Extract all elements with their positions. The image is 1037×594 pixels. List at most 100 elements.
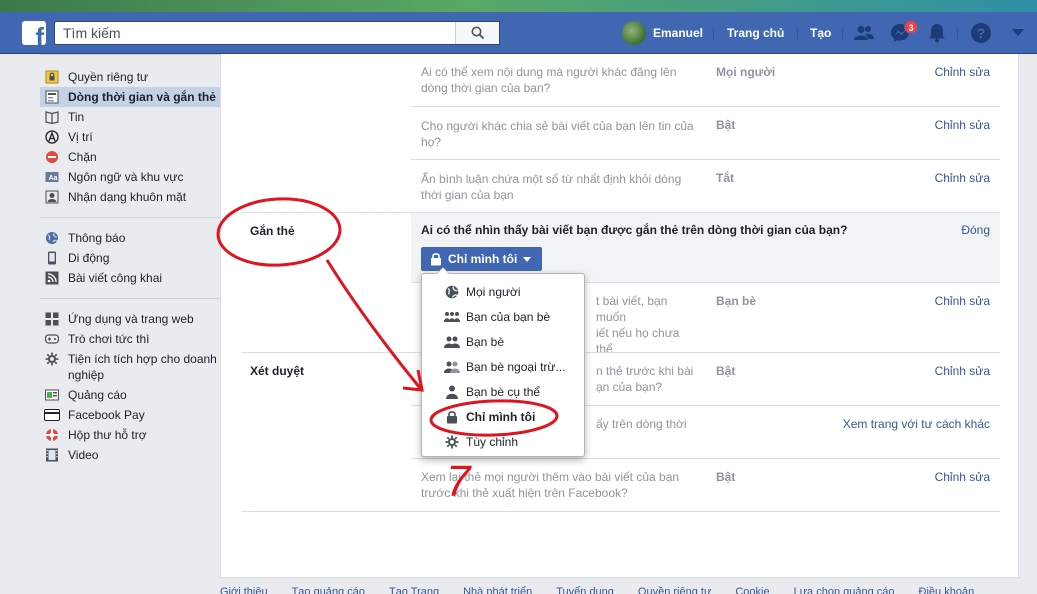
section-divider [241, 511, 1000, 512]
option-label: Tùy chỉnh [466, 434, 519, 449]
friend-requests-icon[interactable] [852, 21, 876, 45]
footer-link[interactable]: Quyền riêng tư [638, 586, 711, 594]
section-label-review: Xét duyệt [250, 364, 305, 378]
edit-link[interactable]: Chỉnh sửa [935, 118, 990, 132]
notifications-bell-icon[interactable] [925, 21, 949, 45]
sidebar-item-label: Thông báo [68, 231, 126, 245]
close-link[interactable]: Đóng [961, 223, 990, 237]
sidebar-item-ads[interactable]: Quảng cáo [40, 385, 220, 405]
checkmark-icon: ✔ [430, 410, 440, 422]
sidebar-item-label: Vị trí [68, 130, 93, 144]
footer-link[interactable]: Điều khoản [919, 586, 975, 594]
game-icon [44, 331, 60, 347]
sidebar-item-label: Bài viết công khai [68, 271, 163, 285]
browser-top-strip [0, 0, 1037, 12]
sidebar-item-label: Facebook Pay [68, 408, 145, 422]
gear-icon [444, 434, 460, 450]
create-link[interactable]: Tạo [810, 24, 831, 42]
globe-icon [444, 284, 460, 300]
edit-link[interactable]: Chỉnh sửa [935, 364, 990, 378]
audience-option-friends[interactable]: Bạn bè [422, 329, 584, 354]
facebook-logo-icon[interactable]: f [22, 21, 46, 45]
setting-value: Bật [716, 118, 736, 132]
footer-link[interactable]: Tạo Trang [389, 586, 439, 594]
audience-option-public[interactable]: Mọi người [422, 279, 584, 304]
sidebar-item-face-recognition[interactable]: Nhận dạng khuôn mặt [40, 187, 220, 207]
setting-value: Bạn bè [716, 294, 757, 308]
setting-value: Mọi người [716, 65, 776, 79]
sidebar-item-label: Dòng thời gian và gắn thẻ [68, 90, 216, 104]
edit-link[interactable]: Chỉnh sửa [935, 470, 990, 484]
setting-question: ấy trên dòng thời [596, 417, 687, 431]
sidebar-item-label: Chặn [68, 150, 97, 164]
edit-link[interactable]: Chỉnh sửa [935, 65, 990, 79]
sidebar-item-label: Quyền riêng tư [68, 70, 149, 84]
help-icon[interactable]: ? [969, 21, 993, 45]
audience-option-custom[interactable]: Tùy chỉnh [422, 429, 584, 454]
audience-option-friends-except[interactable]: Bạn bè ngoại trừ... [422, 354, 584, 379]
sidebar-group-notifications: Thông báo Di động Bài viết công khai [40, 217, 220, 298]
sidebar-item-notifications[interactable]: Thông báo [40, 228, 220, 248]
search-button[interactable] [455, 22, 499, 44]
setting-row: Ai có thể xem nội dung mà người khác đăn… [411, 54, 1000, 107]
profile-link[interactable]: Emanuel [622, 21, 703, 45]
friends-icon [444, 334, 460, 350]
sidebar-item-privacy[interactable]: Quyền riêng tư [40, 67, 220, 87]
audience-option-only-me[interactable]: ✔ Chỉ mình tôi [422, 404, 584, 429]
setting-question: Ai có thể xem nội dung mà người khác đăn… [421, 65, 677, 95]
edit-link[interactable]: Chỉnh sửa [935, 171, 990, 185]
location-icon [44, 129, 60, 145]
sidebar-item-support-inbox[interactable]: Hộp thư hỗ trợ [40, 425, 220, 445]
user-name: Emanuel [653, 26, 704, 40]
footer-link[interactable]: Giới thiệu [220, 586, 268, 594]
sidebar-item-mobile[interactable]: Di động [40, 248, 220, 268]
rss-icon [44, 270, 60, 286]
sidebar-item-instant-games[interactable]: Trò chơi tức thì [40, 329, 220, 349]
sidebar-item-stories[interactable]: Tin [40, 107, 220, 127]
settings-main-panel: Ai có thể xem nội dung mà người khác đăn… [220, 54, 1019, 578]
footer-link[interactable]: Nhà phát triển [463, 586, 532, 594]
footer-link[interactable]: Tuyển dụng [556, 586, 614, 594]
svg-text:?: ? [977, 25, 986, 41]
sidebar-item-label: Tin [68, 110, 85, 124]
lock-icon [431, 253, 441, 266]
sidebar-item-timeline-tagging[interactable]: Dòng thời gian và gắn thẻ [40, 87, 220, 107]
lock-icon [444, 409, 460, 425]
card-icon [44, 407, 60, 423]
sidebar-item-blocking[interactable]: Chặn [40, 147, 220, 167]
footer-link[interactable]: Cookie [735, 586, 769, 594]
home-link[interactable]: Trang chủ [727, 24, 784, 42]
setting-question: Ai có thể nhìn thấy bài viết bạn được gắ… [421, 223, 848, 237]
option-label: Bạn bè ngoại trừ... [466, 359, 566, 374]
sidebar-item-public-posts[interactable]: Bài viết công khai [40, 268, 220, 288]
edit-link[interactable]: Chỉnh sửa [935, 294, 990, 308]
person-icon [444, 384, 460, 400]
sidebar-item-label: Di động [68, 251, 110, 265]
setting-value: Tắt [716, 171, 734, 185]
audience-option-specific-friends[interactable]: Bạn bè cụ thể [422, 379, 584, 404]
view-as-link[interactable]: Xem trang với tư cách khác [843, 417, 990, 431]
setting-row: Ẩn bình luận chứa một số từ nhất định kh… [411, 160, 1000, 213]
setting-value: Bật [716, 470, 736, 484]
footer-link[interactable]: Lựa chọn quảng cáo [794, 586, 895, 594]
sidebar-item-facebook-pay[interactable]: Facebook Pay [40, 405, 220, 425]
audience-selector-label: Chỉ mình tôi [448, 252, 518, 266]
sidebar-item-location[interactable]: Vị trí [40, 127, 220, 147]
sidebar-item-video[interactable]: Video [40, 445, 220, 465]
sidebar-item-language[interactable]: Aa Ngôn ngữ và khu vực [40, 167, 220, 187]
nav-separator [713, 28, 714, 40]
sidebar-item-label: Video [68, 448, 99, 462]
block-icon [44, 149, 60, 165]
setting-value: Bật [716, 364, 736, 378]
account-menu-chevron-icon[interactable] [1006, 21, 1030, 45]
nav-separator [842, 28, 843, 40]
search-input[interactable] [55, 22, 455, 44]
nav-separator [797, 28, 798, 40]
footer-link[interactable]: Tạo quảng cáo [292, 586, 365, 594]
option-label: Chỉ mình tôi [466, 409, 536, 424]
audience-option-friends-of-friends[interactable]: Bạn của bạn bè [422, 304, 584, 329]
option-label: Bạn của bạn bè [466, 309, 551, 324]
sidebar-item-apps-websites[interactable]: Ứng dụng và trang web [40, 309, 220, 329]
setting-question: Cho người khác chia sẻ bài viết của bạn … [421, 119, 694, 149]
sidebar-item-business-integrations[interactable]: Tiện ích tích hợp cho doanh nghiệp [40, 349, 220, 385]
